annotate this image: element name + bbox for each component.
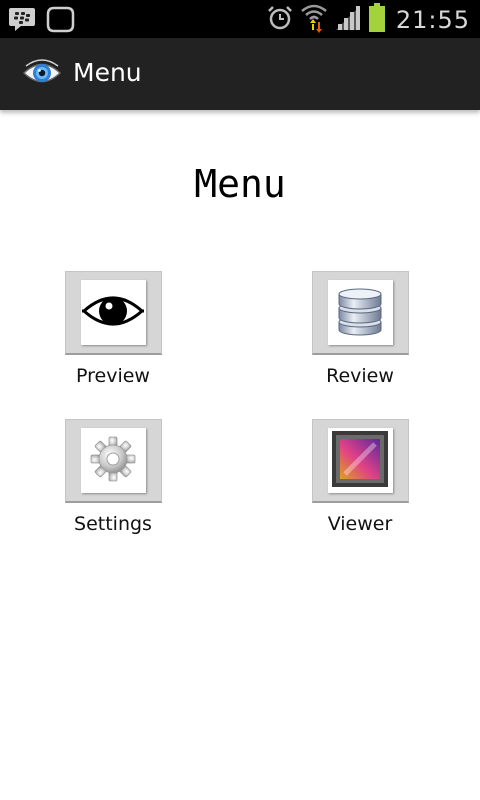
settings-tile[interactable]: [64, 419, 162, 503]
notification-icons: [8, 5, 76, 39]
menu-item-review[interactable]: Review: [285, 271, 435, 387]
menu-item-label: Preview: [76, 365, 150, 387]
settings-icon-frame: [80, 428, 146, 493]
gear-icon: [88, 434, 138, 488]
review-tile[interactable]: [311, 271, 409, 355]
preview-icon-frame: [80, 280, 146, 345]
gallery-icon: [331, 430, 389, 492]
bbm-icon: [8, 5, 36, 39]
page-title: Menu: [194, 162, 286, 206]
review-icon-frame: [327, 280, 393, 345]
menu-item-label: Settings: [74, 513, 152, 535]
signal-icon: [334, 4, 362, 36]
chat-bubble-icon: [46, 5, 76, 39]
viewer-tile[interactable]: [311, 419, 409, 503]
menu-item-settings[interactable]: Settings: [38, 419, 188, 535]
action-bar-title: Menu: [73, 58, 142, 87]
eye-icon: [81, 291, 145, 335]
menu-item-label: Viewer: [327, 513, 393, 535]
status-bar: 21:55: [0, 0, 480, 38]
menu-item-preview[interactable]: Preview: [38, 271, 188, 387]
wifi-icon: [300, 3, 328, 37]
menu-item-label: Review: [326, 365, 394, 387]
battery-icon: [368, 3, 386, 37]
preview-tile[interactable]: [64, 271, 162, 355]
eye-icon[interactable]: [22, 56, 62, 94]
viewer-icon-frame: [327, 428, 393, 493]
menu-item-viewer[interactable]: Viewer: [285, 419, 435, 535]
clock: 21:55: [395, 6, 470, 34]
alarm-icon: [266, 4, 294, 36]
system-icons: 21:55: [266, 3, 470, 37]
database-icon: [337, 286, 383, 340]
action-bar: Menu: [0, 38, 480, 110]
